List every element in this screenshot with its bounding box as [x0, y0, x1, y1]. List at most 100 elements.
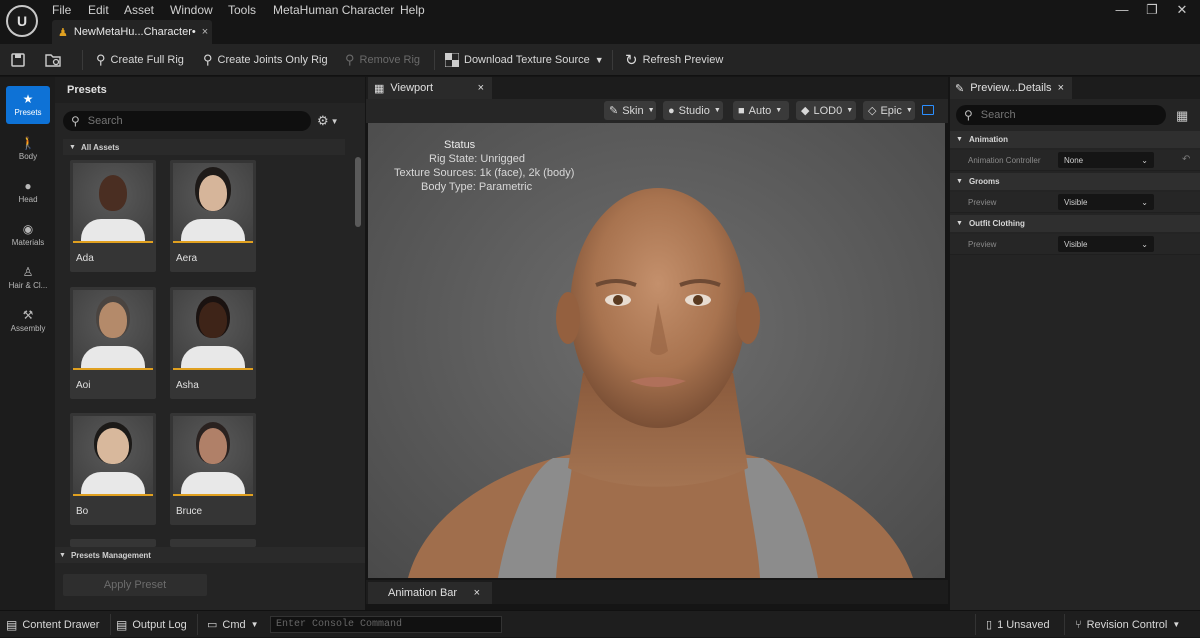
presets-management-section-header[interactable]: ▼ Presets Management	[55, 547, 365, 563]
details-tab-bar: ✎ Preview...Details ×	[950, 77, 1200, 99]
browse-asset-button[interactable]	[44, 44, 62, 76]
preset-card-partial[interactable]	[70, 539, 156, 547]
details-tab-close-icon[interactable]: ×	[1058, 82, 1064, 94]
skin-dropdown[interactable]: ✎ Skin ▼	[604, 101, 656, 120]
output-log-button[interactable]: ▤ Output Log	[116, 611, 187, 638]
property-row: Preview Visible ⌄	[950, 234, 1200, 255]
section-grooms[interactable]: ▼ Grooms	[950, 173, 1200, 190]
menu-tools[interactable]: Tools	[228, 3, 256, 17]
save-button[interactable]	[10, 44, 26, 76]
cmd-dropdown[interactable]: ▭ Cmd ▼	[207, 611, 259, 638]
create-full-rig-button[interactable]: ⚲ Create Full Rig	[96, 44, 184, 76]
grooms-preview-select[interactable]: Visible ⌄	[1058, 194, 1154, 210]
details-search-input[interactable]	[978, 108, 1163, 122]
close-window-button[interactable]: ✕	[1172, 2, 1192, 18]
preset-name: Asha	[176, 380, 199, 391]
presets-search-input[interactable]	[85, 114, 290, 128]
preset-card-ada[interactable]: Ada	[70, 160, 156, 272]
preset-card-bruce[interactable]: Bruce	[170, 413, 256, 525]
viewport-3d-render[interactable]: Status Rig State: Unrigged Texture Sourc…	[368, 123, 945, 578]
menu-help[interactable]: Help	[400, 3, 425, 17]
avatar-body	[81, 219, 145, 243]
menu-window[interactable]: Window	[170, 3, 213, 17]
sidebar-item-assembly[interactable]: ⚒ Assembly	[6, 302, 50, 340]
camera-auto-dropdown[interactable]: ■ Auto ▼	[733, 101, 789, 120]
presets-scrollbar[interactable]	[355, 157, 361, 227]
presets-management-label: Presets Management	[70, 550, 151, 560]
minimize-button[interactable]: —	[1112, 2, 1132, 17]
presets-search-box[interactable]: ⚲	[63, 111, 311, 131]
menu-file[interactable]: File	[52, 3, 71, 17]
chevron-down-icon: ⌄	[1141, 197, 1148, 207]
animation-bar-close-icon[interactable]: ×	[474, 587, 480, 599]
refresh-preview-button[interactable]: ↻ Refresh Preview	[625, 44, 723, 76]
viewport-tab[interactable]: ▦ Viewport ×	[368, 77, 492, 99]
preset-card-partial[interactable]	[170, 539, 256, 547]
viewport-tab-close-icon[interactable]: ×	[478, 82, 484, 94]
toolbar-divider	[612, 50, 613, 70]
preset-name: Aoi	[76, 380, 91, 391]
all-assets-section-header[interactable]: ▼ All Assets	[63, 139, 345, 155]
section-outfit-clothing[interactable]: ▼ Outfit Clothing	[950, 215, 1200, 232]
menu-edit[interactable]: Edit	[88, 3, 109, 17]
preset-card-asha[interactable]: Asha	[170, 287, 256, 399]
animation-bar-tab[interactable]: Animation Bar ×	[368, 582, 492, 604]
section-animation[interactable]: ▼ Animation	[950, 131, 1200, 148]
studio-label: Studio	[678, 104, 710, 117]
menu-bar: U File Edit Asset Window Tools MetaHuman…	[0, 0, 1200, 44]
quality-epic-dropdown[interactable]: ◇ Epic ▼	[863, 101, 915, 120]
preset-card-bo[interactable]: Bo	[70, 413, 156, 525]
sidebar-item-body[interactable]: 🚶 Body	[6, 130, 50, 168]
branch-icon: ⑂	[1075, 618, 1082, 631]
log-icon: ▤	[116, 617, 128, 632]
lod-dropdown[interactable]: ◆ LOD0 ▼	[796, 101, 856, 120]
outfit-preview-select[interactable]: Visible ⌄	[1058, 236, 1154, 252]
toolbar: ⚲ Create Full Rig ⚲ Create Joints Only R…	[0, 44, 1200, 76]
thumbnail-accent-bar	[73, 241, 153, 243]
chevron-down-icon: ⌄	[1141, 239, 1148, 249]
sidebar-item-materials[interactable]: ◉ Materials	[6, 216, 50, 254]
preset-thumbnail	[73, 416, 153, 496]
thumbnail-accent-bar	[173, 241, 253, 243]
sidebar-item-presets[interactable]: ★ Presets	[6, 86, 50, 124]
details-tab-label: Preview...Details	[970, 82, 1052, 94]
studio-lighting-dropdown[interactable]: ● Studio ▼	[663, 101, 723, 120]
sidebar-item-label: Head	[18, 195, 38, 204]
status-body-type: Body Type: Parametric	[421, 181, 533, 193]
document-tab-label: NewMetaHu...Character•	[73, 26, 196, 38]
viewport-layout-icon[interactable]	[922, 105, 934, 115]
preset-card-aera[interactable]: Aera	[170, 160, 256, 272]
create-full-rig-label: Create Full Rig	[110, 54, 184, 66]
reset-to-default-icon[interactable]: ↶	[1182, 154, 1190, 165]
details-tab[interactable]: ✎ Preview...Details ×	[950, 77, 1072, 99]
avatar-body	[181, 346, 245, 370]
sidebar-item-hair-clothing[interactable]: ♙ Hair & Cl...	[6, 259, 50, 297]
document-tab[interactable]: ♟ NewMetaHu...Character• ×	[52, 20, 212, 44]
presets-settings-button[interactable]: ⚙ ▼	[317, 111, 347, 131]
apply-preset-button[interactable]: Apply Preset	[63, 574, 207, 596]
sidebar-item-head[interactable]: ● Head	[6, 173, 50, 211]
menu-metahuman-character[interactable]: MetaHuman Character	[273, 3, 394, 17]
console-command-input[interactable]: Enter Console Command	[270, 616, 502, 633]
avatar	[199, 175, 227, 211]
remove-rig-button[interactable]: ⚲ Remove Rig	[345, 44, 420, 76]
animation-controller-select[interactable]: None ⌄	[1058, 152, 1154, 168]
create-joints-only-rig-button[interactable]: ⚲ Create Joints Only Rig	[203, 44, 328, 76]
unreal-logo-icon[interactable]: U	[6, 5, 38, 37]
grooms-preview-value: Visible	[1064, 197, 1088, 207]
unsaved-assets-button[interactable]: ▯ 1 Unsaved	[986, 611, 1050, 638]
revision-control-button[interactable]: ⑂ Revision Control ▼	[1075, 611, 1180, 638]
restore-button[interactable]: ❐	[1142, 2, 1162, 18]
auto-label: Auto	[748, 104, 772, 117]
preset-card-aoi[interactable]: Aoi	[70, 287, 156, 399]
document-tab-close-icon[interactable]: ×	[202, 26, 208, 38]
animation-bar-tab-label: Animation Bar	[388, 587, 458, 599]
menu-asset[interactable]: Asset	[124, 3, 154, 17]
search-icon: ⚲	[964, 108, 973, 122]
view-options-grid-icon[interactable]: ▦	[1176, 108, 1188, 124]
details-search-box[interactable]: ⚲	[956, 105, 1166, 125]
download-texture-source-label: Download Texture Source	[464, 54, 590, 66]
download-texture-source-button[interactable]: Download Texture Source ▼	[445, 44, 604, 76]
outfit-preview-label: Preview	[968, 240, 997, 249]
content-drawer-button[interactable]: ▤ Content Drawer	[6, 611, 99, 638]
